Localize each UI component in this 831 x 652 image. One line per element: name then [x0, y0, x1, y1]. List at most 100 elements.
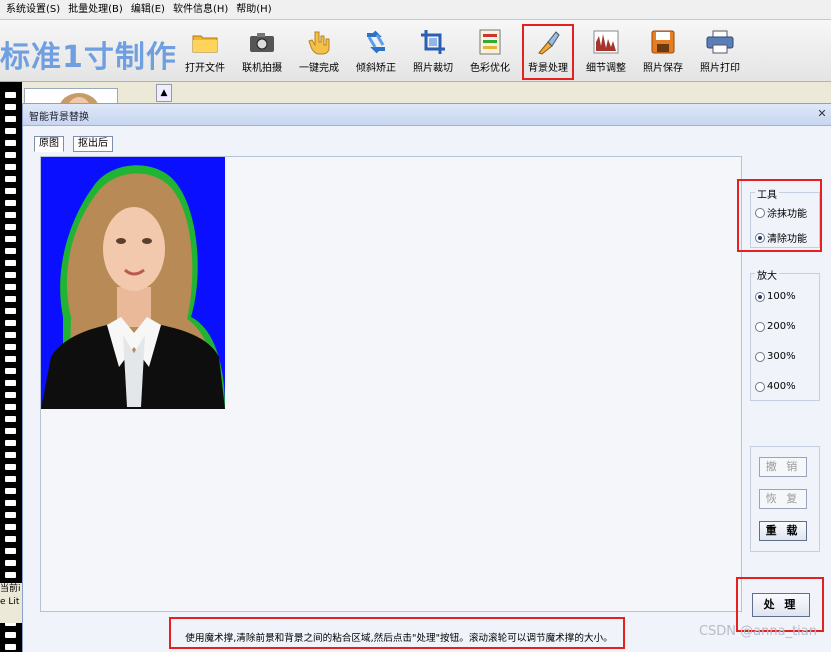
radio-label: 400% [767, 381, 796, 392]
hand-icon [305, 28, 333, 56]
detail-icon [592, 28, 620, 56]
crop-button[interactable]: 照片裁切 [405, 28, 461, 76]
filmstrip-hole [5, 560, 16, 566]
tools-group-title: 工具 [755, 186, 779, 201]
filmstrip-hole [5, 512, 16, 518]
filmstrip-hole [5, 572, 16, 578]
one-click-button[interactable]: 一键完成 [291, 28, 347, 76]
hint-text: 使用魔术撑,清除前景和背景之间的粘合区域,然后点击"处理"按钮。滚动滚轮可以调节… [185, 633, 613, 644]
color-optimize-button[interactable]: 色彩优化 [462, 28, 518, 76]
tool-label: 打开文件 [185, 63, 225, 74]
filmstrip-hole [5, 344, 16, 350]
tab-original[interactable]: 原图 [34, 136, 64, 152]
tool-label: 一键完成 [299, 63, 339, 74]
close-icon[interactable]: ✕ [815, 107, 829, 121]
printer-icon [706, 28, 734, 56]
filmstrip-hole [5, 440, 16, 446]
zoom-group-title: 放大 [755, 267, 779, 282]
filmstrip-hole [5, 176, 16, 182]
tool-label: 色彩优化 [470, 63, 510, 74]
filmstrip-hole [5, 296, 16, 302]
photo-thumbnail[interactable] [24, 88, 118, 104]
side-status-text: 当前i e Lit [0, 583, 22, 623]
zoom-group: 放大 100% 200% 300% 400% [750, 267, 820, 401]
radio-zoom-200[interactable]: 200% [755, 321, 796, 332]
save-photo-button[interactable]: 照片保存 [635, 28, 691, 76]
tool-label: 背景处理 [528, 63, 568, 74]
tool-label: 联机拍摄 [242, 63, 282, 74]
menu-system-settings[interactable]: 系统设置(S) [2, 0, 64, 20]
filmstrip-hole [5, 536, 16, 542]
tool-label: 细节调整 [586, 63, 626, 74]
tool-label: 照片保存 [643, 63, 683, 74]
radio-indicator [755, 232, 765, 243]
scroll-up-button[interactable]: ▲ [156, 84, 172, 102]
filmstrip-hole [5, 416, 16, 422]
filmstrip-hole [5, 200, 16, 206]
redo-button[interactable]: 恢 复 [759, 489, 807, 509]
tilt-correct-button[interactable]: 倾斜矫正 [348, 28, 404, 76]
toolbar: 标准1寸制作 打开文件 联机拍摄 一键完成 倾斜矫正 照片裁切 色彩优化 背景处… [0, 20, 831, 82]
radio-label: 涂抹功能 [767, 209, 807, 220]
menu-edit[interactable]: 编辑(E) [127, 0, 169, 20]
radio-zoom-100[interactable]: 100% [755, 291, 796, 302]
print-photo-button[interactable]: 照片打印 [692, 28, 748, 76]
edit-buttons-group: 撤 销 恢 复 重 载 [750, 446, 820, 552]
save-icon [649, 28, 677, 56]
app-title: 标准1寸制作 [0, 40, 177, 75]
filmstrip-hole [5, 524, 16, 530]
filmstrip-hole [5, 92, 16, 98]
filmstrip-hole [5, 380, 16, 386]
filmstrip-hole [5, 152, 16, 158]
image-canvas[interactable] [40, 156, 742, 612]
filmstrip-hole [5, 320, 16, 326]
background-process-button[interactable]: 背景处理 [522, 24, 574, 80]
radio-zoom-400[interactable]: 400% [755, 381, 796, 392]
filmstrip-hole [5, 308, 16, 314]
portrait-photo[interactable] [41, 157, 225, 409]
filmstrip-hole [5, 260, 16, 266]
tool-label: 照片打印 [700, 63, 740, 74]
radio-smear[interactable]: 涂抹功能 [755, 205, 807, 220]
radio-indicator [755, 291, 765, 302]
filmstrip-hole [5, 548, 16, 554]
radio-indicator [755, 207, 765, 218]
filmstrip-hole [5, 212, 16, 218]
radio-indicator [755, 321, 765, 332]
filmstrip-hole [5, 476, 16, 482]
filmstrip-hole [5, 116, 16, 122]
filmstrip-hole [5, 188, 16, 194]
filmstrip-hole [5, 104, 16, 110]
brush-icon [534, 28, 562, 56]
radio-label: 200% [767, 321, 796, 332]
filmstrip-hole [5, 140, 16, 146]
radio-indicator [755, 351, 765, 362]
process-button[interactable]: 处 理 [752, 593, 810, 617]
menu-software-info[interactable]: 软件信息(H) [169, 0, 232, 20]
tool-label: 倾斜矫正 [356, 63, 396, 74]
filmstrip-hole [5, 488, 16, 494]
reload-button[interactable]: 重 载 [759, 521, 807, 541]
tab-extracted[interactable]: 抠出后 [73, 136, 113, 152]
filmstrip-hole [5, 632, 16, 638]
camera-button[interactable]: 联机拍摄 [234, 28, 290, 76]
filmstrip-hole [5, 236, 16, 242]
radio-label: 100% [767, 291, 796, 302]
filmstrip-hole [5, 272, 16, 278]
camera-icon [248, 28, 276, 56]
undo-button[interactable]: 撤 销 [759, 457, 807, 477]
open-file-button[interactable]: 打开文件 [177, 28, 233, 76]
tool-label: 照片裁切 [413, 63, 453, 74]
menu-help[interactable]: 帮助(H) [232, 0, 275, 20]
detail-adjust-button[interactable]: 细节调整 [578, 28, 634, 76]
filmstrip-hole [5, 500, 16, 506]
dialog-titlebar[interactable]: 智能背景替换 ✕ [23, 104, 831, 126]
background-replace-dialog: 智能背景替换 ✕ 原图 抠出后 工具 涂抹功能 清除功能 放大 100% 200… [22, 103, 831, 652]
filmstrip-hole [5, 464, 16, 470]
radio-zoom-300[interactable]: 300% [755, 351, 796, 362]
radio-clear[interactable]: 清除功能 [755, 230, 807, 245]
watermark-text: CSDN @anna_tian [698, 624, 817, 639]
menu-batch[interactable]: 批量处理(B) [64, 0, 127, 20]
palette-icon [476, 28, 504, 56]
filmstrip-hole [5, 428, 16, 434]
